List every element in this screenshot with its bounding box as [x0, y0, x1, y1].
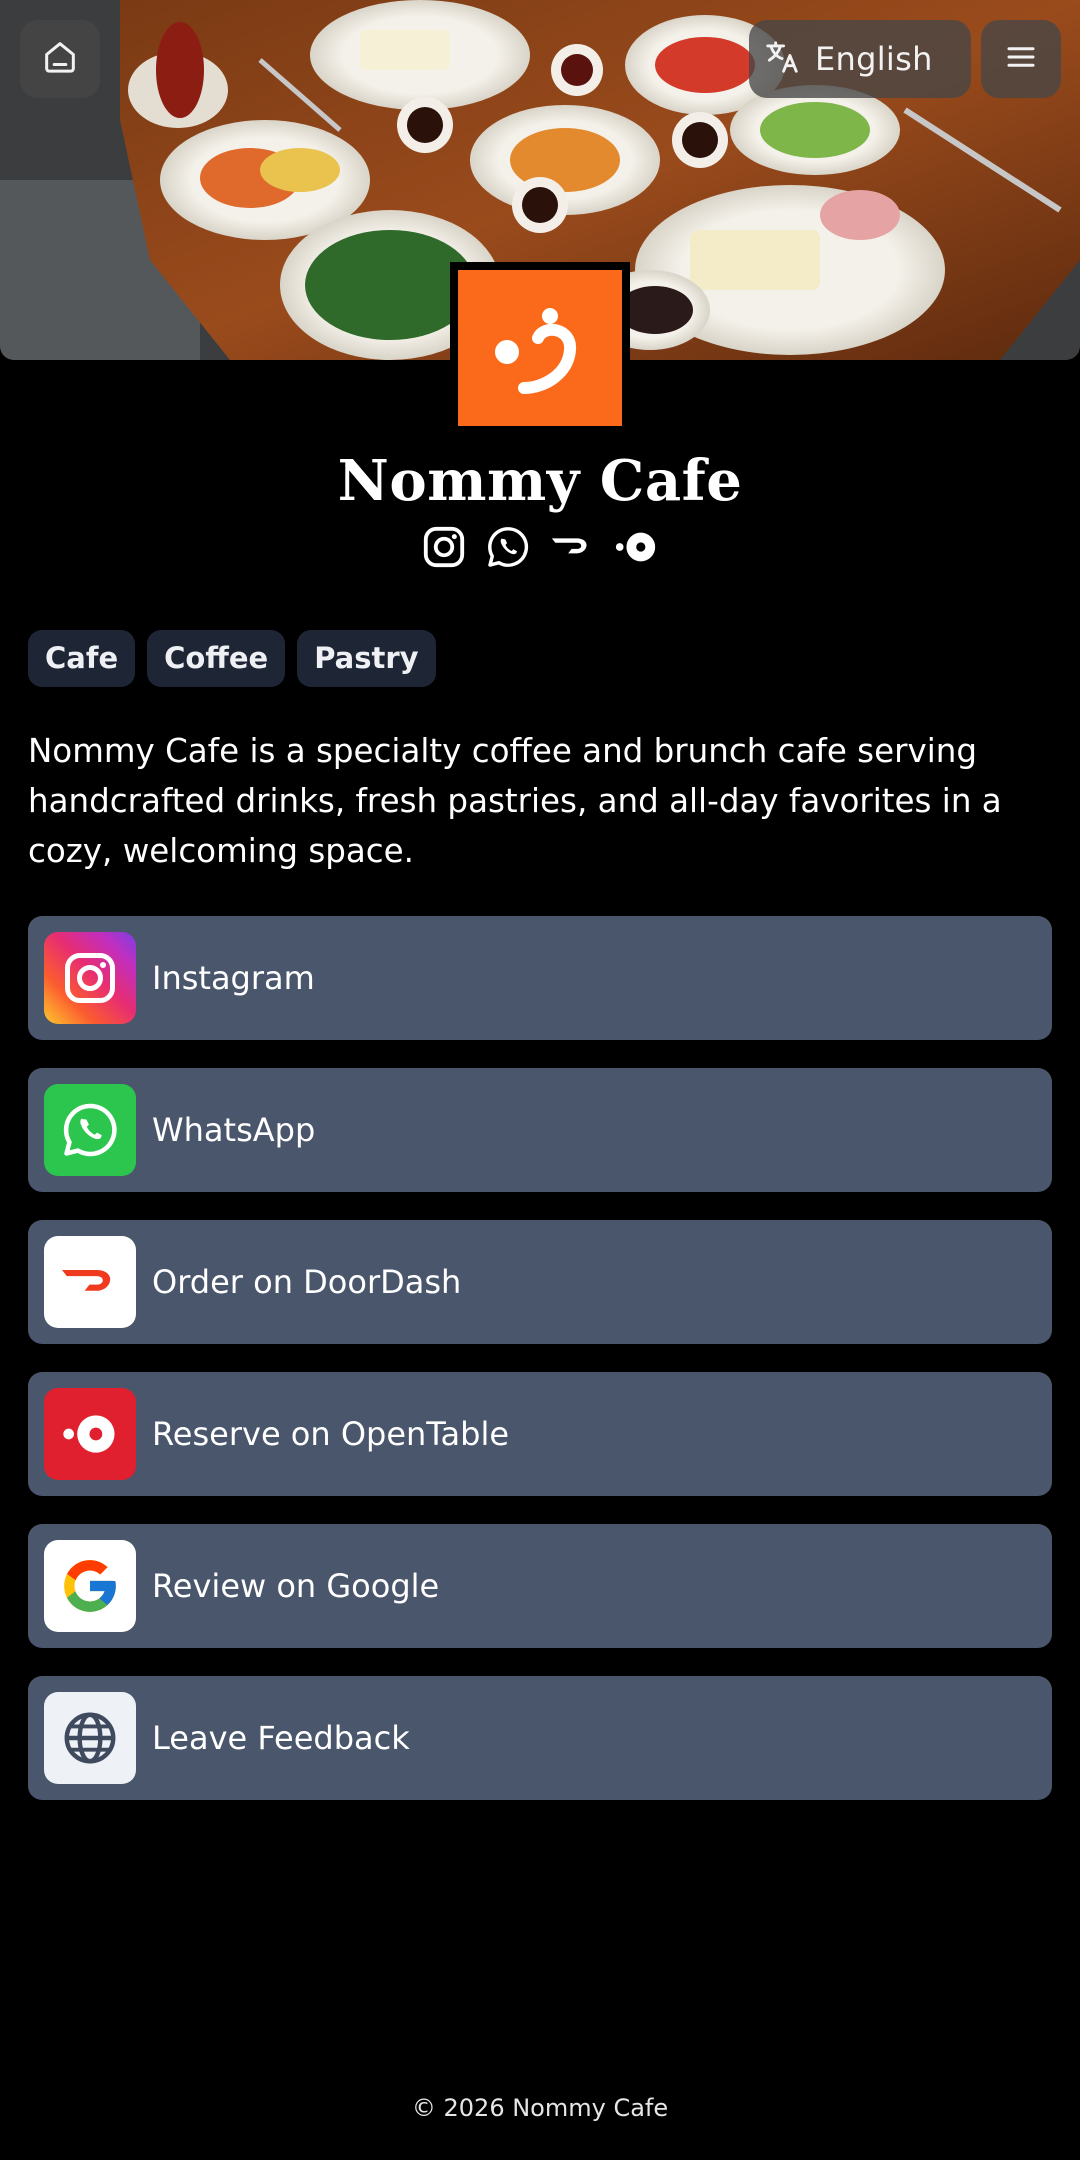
- instagram-icon: [44, 932, 136, 1024]
- home-button[interactable]: [20, 20, 100, 98]
- instagram-icon[interactable]: [420, 523, 468, 571]
- google-review-link[interactable]: Review on Google: [28, 1524, 1052, 1648]
- tag-chip: Pastry: [297, 630, 436, 687]
- whatsapp-icon: [44, 1084, 136, 1176]
- page-title: Nommy Cafe: [337, 448, 743, 514]
- social-icons: [0, 523, 1080, 571]
- google-icon: [44, 1540, 136, 1632]
- cafe-logo: [450, 262, 630, 434]
- link-label: WhatsApp: [152, 1111, 316, 1149]
- smile-logo-icon: [495, 308, 576, 394]
- opentable-icon: [44, 1388, 136, 1480]
- link-label: Order on DoorDash: [152, 1263, 462, 1301]
- feedback-link[interactable]: Leave Feedback: [28, 1676, 1052, 1800]
- whatsapp-icon[interactable]: [484, 523, 532, 571]
- doordash-link[interactable]: Order on DoorDash: [28, 1220, 1052, 1344]
- language-label: English: [815, 40, 933, 78]
- tag-chip: Coffee: [147, 630, 286, 687]
- globe-icon: [44, 1692, 136, 1784]
- opentable-icon[interactable]: [612, 523, 660, 571]
- doordash-icon: [44, 1236, 136, 1328]
- link-label: Instagram: [152, 959, 315, 997]
- menu-button[interactable]: [981, 20, 1061, 98]
- instagram-link[interactable]: Instagram: [28, 916, 1052, 1040]
- translate-icon: [763, 38, 801, 80]
- link-label: Reserve on OpenTable: [152, 1415, 510, 1453]
- cafe-description: Nommy Cafe is a specialty coffee and bru…: [28, 732, 1002, 870]
- menu-icon: [1003, 39, 1039, 79]
- link-label: Leave Feedback: [152, 1719, 410, 1757]
- link-label: Review on Google: [152, 1567, 440, 1605]
- whatsapp-link[interactable]: WhatsApp: [28, 1068, 1052, 1192]
- language-selector[interactable]: English: [749, 20, 971, 98]
- tag-chip: Cafe: [28, 630, 136, 687]
- doordash-icon[interactable]: [548, 523, 596, 571]
- link-list: Instagram WhatsApp Order on DoorDash Res…: [28, 916, 1052, 1828]
- category-tags: Cafe Coffee Pastry: [28, 630, 436, 687]
- opentable-link[interactable]: Reserve on OpenTable: [28, 1372, 1052, 1496]
- home-icon: [40, 37, 80, 81]
- footer-copyright: © 2026 Nommy Cafe: [411, 2094, 669, 2122]
